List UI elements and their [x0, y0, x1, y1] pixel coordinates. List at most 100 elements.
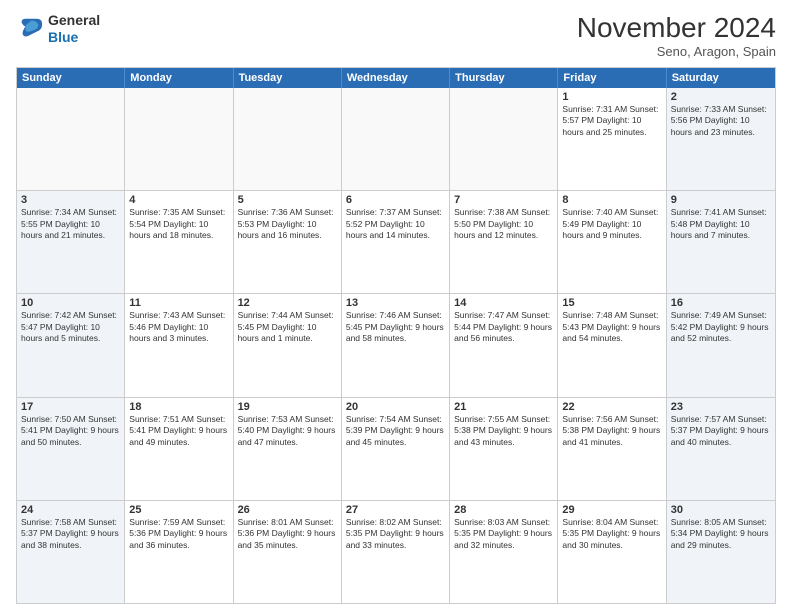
- cell-info: Sunrise: 8:04 AM Sunset: 5:35 PM Dayligh…: [562, 517, 661, 551]
- day-number: 16: [671, 297, 771, 309]
- cell-info: Sunrise: 7:50 AM Sunset: 5:41 PM Dayligh…: [21, 414, 120, 448]
- day-number: 7: [454, 194, 553, 206]
- cell-info: Sunrise: 7:56 AM Sunset: 5:38 PM Dayligh…: [562, 414, 661, 448]
- logo-text: General Blue: [48, 12, 100, 46]
- day-number: 13: [346, 297, 445, 309]
- day-number: 10: [21, 297, 120, 309]
- empty-cell: [342, 88, 450, 190]
- cell-info: Sunrise: 8:01 AM Sunset: 5:36 PM Dayligh…: [238, 517, 337, 551]
- day-number: 5: [238, 194, 337, 206]
- cell-info: Sunrise: 8:05 AM Sunset: 5:34 PM Dayligh…: [671, 517, 771, 551]
- day-cell-10: 10Sunrise: 7:42 AM Sunset: 5:47 PM Dayli…: [17, 294, 125, 396]
- day-number: 1: [562, 91, 661, 103]
- day-cell-28: 28Sunrise: 8:03 AM Sunset: 5:35 PM Dayli…: [450, 501, 558, 603]
- cell-info: Sunrise: 7:43 AM Sunset: 5:46 PM Dayligh…: [129, 310, 228, 344]
- logo: General Blue: [16, 12, 100, 46]
- day-cell-22: 22Sunrise: 7:56 AM Sunset: 5:38 PM Dayli…: [558, 398, 666, 500]
- page: General Blue November 2024 Seno, Aragon,…: [0, 0, 792, 612]
- logo-icon: [16, 15, 44, 43]
- day-number: 26: [238, 504, 337, 516]
- cell-info: Sunrise: 7:35 AM Sunset: 5:54 PM Dayligh…: [129, 207, 228, 241]
- day-number: 14: [454, 297, 553, 309]
- title-block: November 2024 Seno, Aragon, Spain: [577, 12, 776, 59]
- cell-info: Sunrise: 7:57 AM Sunset: 5:37 PM Dayligh…: [671, 414, 771, 448]
- empty-cell: [234, 88, 342, 190]
- day-number: 20: [346, 401, 445, 413]
- month-title: November 2024: [577, 12, 776, 44]
- day-number: 18: [129, 401, 228, 413]
- header: General Blue November 2024 Seno, Aragon,…: [16, 12, 776, 59]
- cell-info: Sunrise: 7:46 AM Sunset: 5:45 PM Dayligh…: [346, 310, 445, 344]
- header-day-tuesday: Tuesday: [234, 68, 342, 88]
- day-cell-13: 13Sunrise: 7:46 AM Sunset: 5:45 PM Dayli…: [342, 294, 450, 396]
- week-row-2: 3Sunrise: 7:34 AM Sunset: 5:55 PM Daylig…: [17, 190, 775, 293]
- day-number: 24: [21, 504, 120, 516]
- day-number: 11: [129, 297, 228, 309]
- week-row-5: 24Sunrise: 7:58 AM Sunset: 5:37 PM Dayli…: [17, 500, 775, 603]
- cell-info: Sunrise: 7:48 AM Sunset: 5:43 PM Dayligh…: [562, 310, 661, 344]
- header-day-friday: Friday: [558, 68, 666, 88]
- day-cell-12: 12Sunrise: 7:44 AM Sunset: 5:45 PM Dayli…: [234, 294, 342, 396]
- day-cell-29: 29Sunrise: 8:04 AM Sunset: 5:35 PM Dayli…: [558, 501, 666, 603]
- day-number: 27: [346, 504, 445, 516]
- day-cell-19: 19Sunrise: 7:53 AM Sunset: 5:40 PM Dayli…: [234, 398, 342, 500]
- day-number: 15: [562, 297, 661, 309]
- calendar: SundayMondayTuesdayWednesdayThursdayFrid…: [16, 67, 776, 604]
- calendar-header: SundayMondayTuesdayWednesdayThursdayFrid…: [17, 68, 775, 88]
- day-cell-14: 14Sunrise: 7:47 AM Sunset: 5:44 PM Dayli…: [450, 294, 558, 396]
- day-cell-26: 26Sunrise: 8:01 AM Sunset: 5:36 PM Dayli…: [234, 501, 342, 603]
- cell-info: Sunrise: 7:42 AM Sunset: 5:47 PM Dayligh…: [21, 310, 120, 344]
- day-number: 29: [562, 504, 661, 516]
- day-number: 3: [21, 194, 120, 206]
- day-number: 28: [454, 504, 553, 516]
- cell-info: Sunrise: 7:36 AM Sunset: 5:53 PM Dayligh…: [238, 207, 337, 241]
- empty-cell: [450, 88, 558, 190]
- day-cell-16: 16Sunrise: 7:49 AM Sunset: 5:42 PM Dayli…: [667, 294, 775, 396]
- cell-info: Sunrise: 8:02 AM Sunset: 5:35 PM Dayligh…: [346, 517, 445, 551]
- header-day-wednesday: Wednesday: [342, 68, 450, 88]
- cell-info: Sunrise: 7:55 AM Sunset: 5:38 PM Dayligh…: [454, 414, 553, 448]
- cell-info: Sunrise: 7:41 AM Sunset: 5:48 PM Dayligh…: [671, 207, 771, 241]
- cell-info: Sunrise: 7:44 AM Sunset: 5:45 PM Dayligh…: [238, 310, 337, 344]
- cell-info: Sunrise: 7:34 AM Sunset: 5:55 PM Dayligh…: [21, 207, 120, 241]
- day-cell-2: 2Sunrise: 7:33 AM Sunset: 5:56 PM Daylig…: [667, 88, 775, 190]
- week-row-1: 1Sunrise: 7:31 AM Sunset: 5:57 PM Daylig…: [17, 88, 775, 190]
- header-day-sunday: Sunday: [17, 68, 125, 88]
- cell-info: Sunrise: 7:51 AM Sunset: 5:41 PM Dayligh…: [129, 414, 228, 448]
- day-cell-23: 23Sunrise: 7:57 AM Sunset: 5:37 PM Dayli…: [667, 398, 775, 500]
- day-number: 4: [129, 194, 228, 206]
- day-number: 17: [21, 401, 120, 413]
- day-cell-6: 6Sunrise: 7:37 AM Sunset: 5:52 PM Daylig…: [342, 191, 450, 293]
- day-cell-5: 5Sunrise: 7:36 AM Sunset: 5:53 PM Daylig…: [234, 191, 342, 293]
- day-cell-9: 9Sunrise: 7:41 AM Sunset: 5:48 PM Daylig…: [667, 191, 775, 293]
- day-number: 2: [671, 91, 771, 103]
- cell-info: Sunrise: 7:31 AM Sunset: 5:57 PM Dayligh…: [562, 104, 661, 138]
- cell-info: Sunrise: 7:38 AM Sunset: 5:50 PM Dayligh…: [454, 207, 553, 241]
- week-row-3: 10Sunrise: 7:42 AM Sunset: 5:47 PM Dayli…: [17, 293, 775, 396]
- day-number: 21: [454, 401, 553, 413]
- day-cell-7: 7Sunrise: 7:38 AM Sunset: 5:50 PM Daylig…: [450, 191, 558, 293]
- day-number: 30: [671, 504, 771, 516]
- cell-info: Sunrise: 7:54 AM Sunset: 5:39 PM Dayligh…: [346, 414, 445, 448]
- day-cell-15: 15Sunrise: 7:48 AM Sunset: 5:43 PM Dayli…: [558, 294, 666, 396]
- header-day-monday: Monday: [125, 68, 233, 88]
- day-cell-20: 20Sunrise: 7:54 AM Sunset: 5:39 PM Dayli…: [342, 398, 450, 500]
- day-cell-24: 24Sunrise: 7:58 AM Sunset: 5:37 PM Dayli…: [17, 501, 125, 603]
- cell-info: Sunrise: 7:37 AM Sunset: 5:52 PM Dayligh…: [346, 207, 445, 241]
- day-number: 22: [562, 401, 661, 413]
- cell-info: Sunrise: 7:40 AM Sunset: 5:49 PM Dayligh…: [562, 207, 661, 241]
- day-cell-17: 17Sunrise: 7:50 AM Sunset: 5:41 PM Dayli…: [17, 398, 125, 500]
- header-day-thursday: Thursday: [450, 68, 558, 88]
- day-cell-21: 21Sunrise: 7:55 AM Sunset: 5:38 PM Dayli…: [450, 398, 558, 500]
- day-number: 6: [346, 194, 445, 206]
- day-cell-30: 30Sunrise: 8:05 AM Sunset: 5:34 PM Dayli…: [667, 501, 775, 603]
- day-number: 23: [671, 401, 771, 413]
- cell-info: Sunrise: 7:58 AM Sunset: 5:37 PM Dayligh…: [21, 517, 120, 551]
- week-row-4: 17Sunrise: 7:50 AM Sunset: 5:41 PM Dayli…: [17, 397, 775, 500]
- day-number: 8: [562, 194, 661, 206]
- day-number: 25: [129, 504, 228, 516]
- day-cell-3: 3Sunrise: 7:34 AM Sunset: 5:55 PM Daylig…: [17, 191, 125, 293]
- cell-info: Sunrise: 7:53 AM Sunset: 5:40 PM Dayligh…: [238, 414, 337, 448]
- day-cell-8: 8Sunrise: 7:40 AM Sunset: 5:49 PM Daylig…: [558, 191, 666, 293]
- day-number: 9: [671, 194, 771, 206]
